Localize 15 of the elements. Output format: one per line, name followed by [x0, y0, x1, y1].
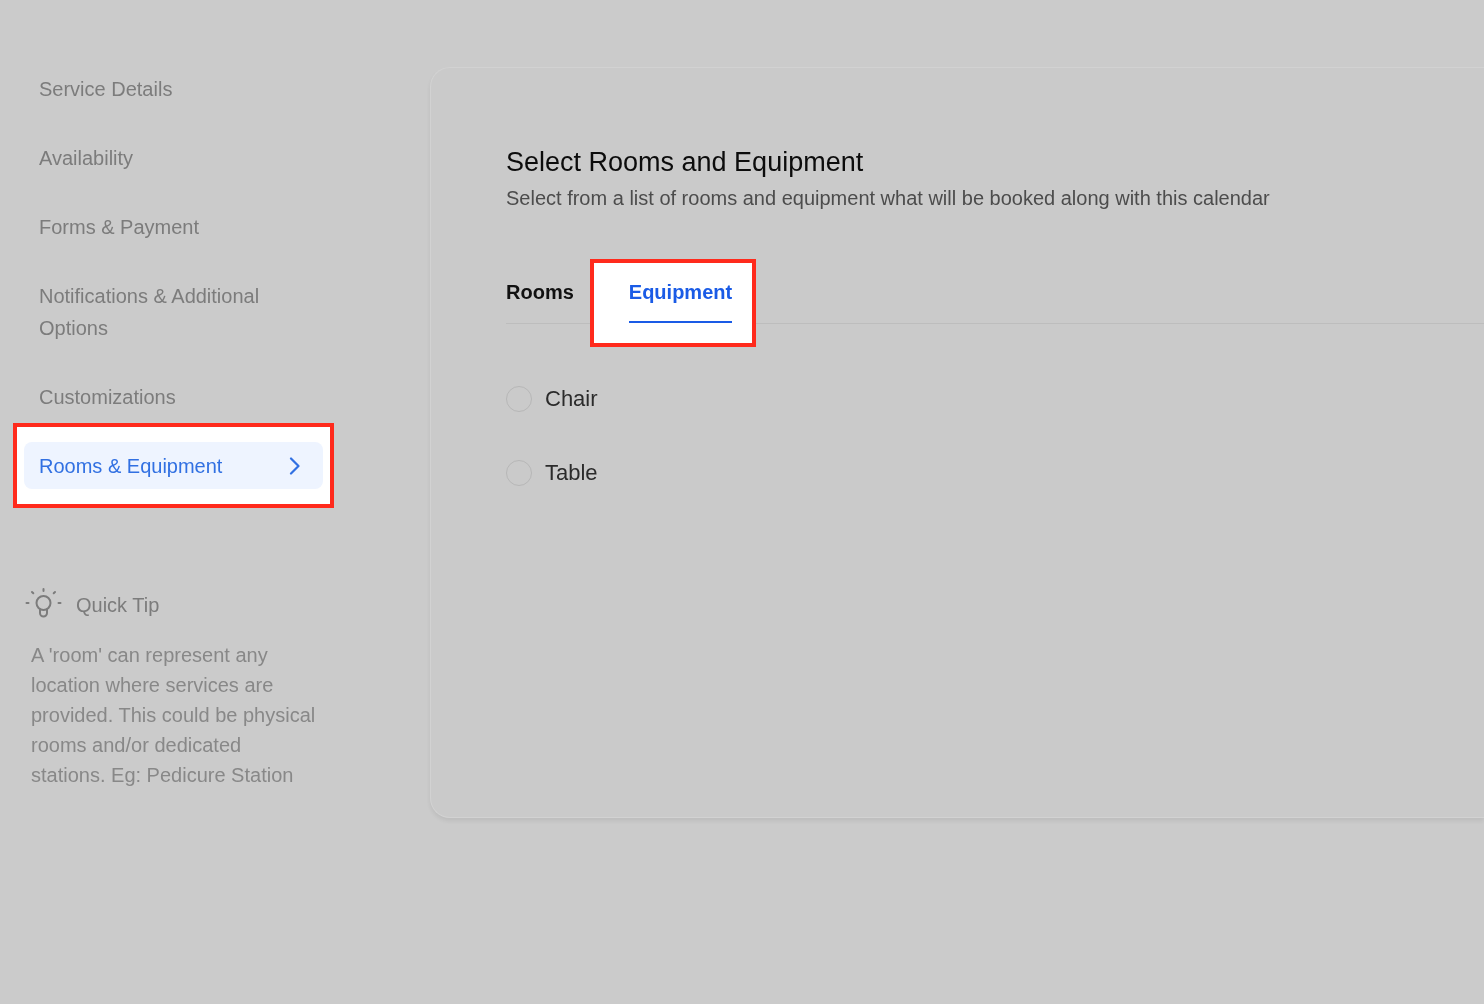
checkbox-label[interactable]: Chair — [545, 384, 598, 414]
sidebar-item[interactable]: Customizations — [24, 373, 323, 420]
tab[interactable]: Equipment — [628, 280, 733, 323]
chevron-right-icon — [289, 456, 301, 475]
section-title: Select Rooms and Equipment — [506, 147, 865, 177]
sidebar-item[interactable]: Service Details — [24, 65, 323, 112]
sidebar-item[interactable]: Availability — [24, 134, 323, 181]
tip-title: Quick Tip — [76, 593, 160, 618]
tip-text: A 'room' can represent any location where services are provided. This could be physical rooms and/or dedicated stations. Eg: Pedicure Station — [31, 643, 317, 788]
sidebar-item[interactable]: Forms & Payment — [24, 203, 323, 250]
tab[interactable]: Rooms — [506, 280, 574, 323]
sidebar-item[interactable]: Rooms & Equipment — [24, 442, 323, 489]
checkbox-label[interactable]: Table — [545, 458, 598, 488]
sidebar-item[interactable]: Notifications & Additional Options — [24, 272, 323, 351]
section-description: Select from a list of rooms and equipment what will be booked along with this calendar — [506, 186, 1271, 210]
